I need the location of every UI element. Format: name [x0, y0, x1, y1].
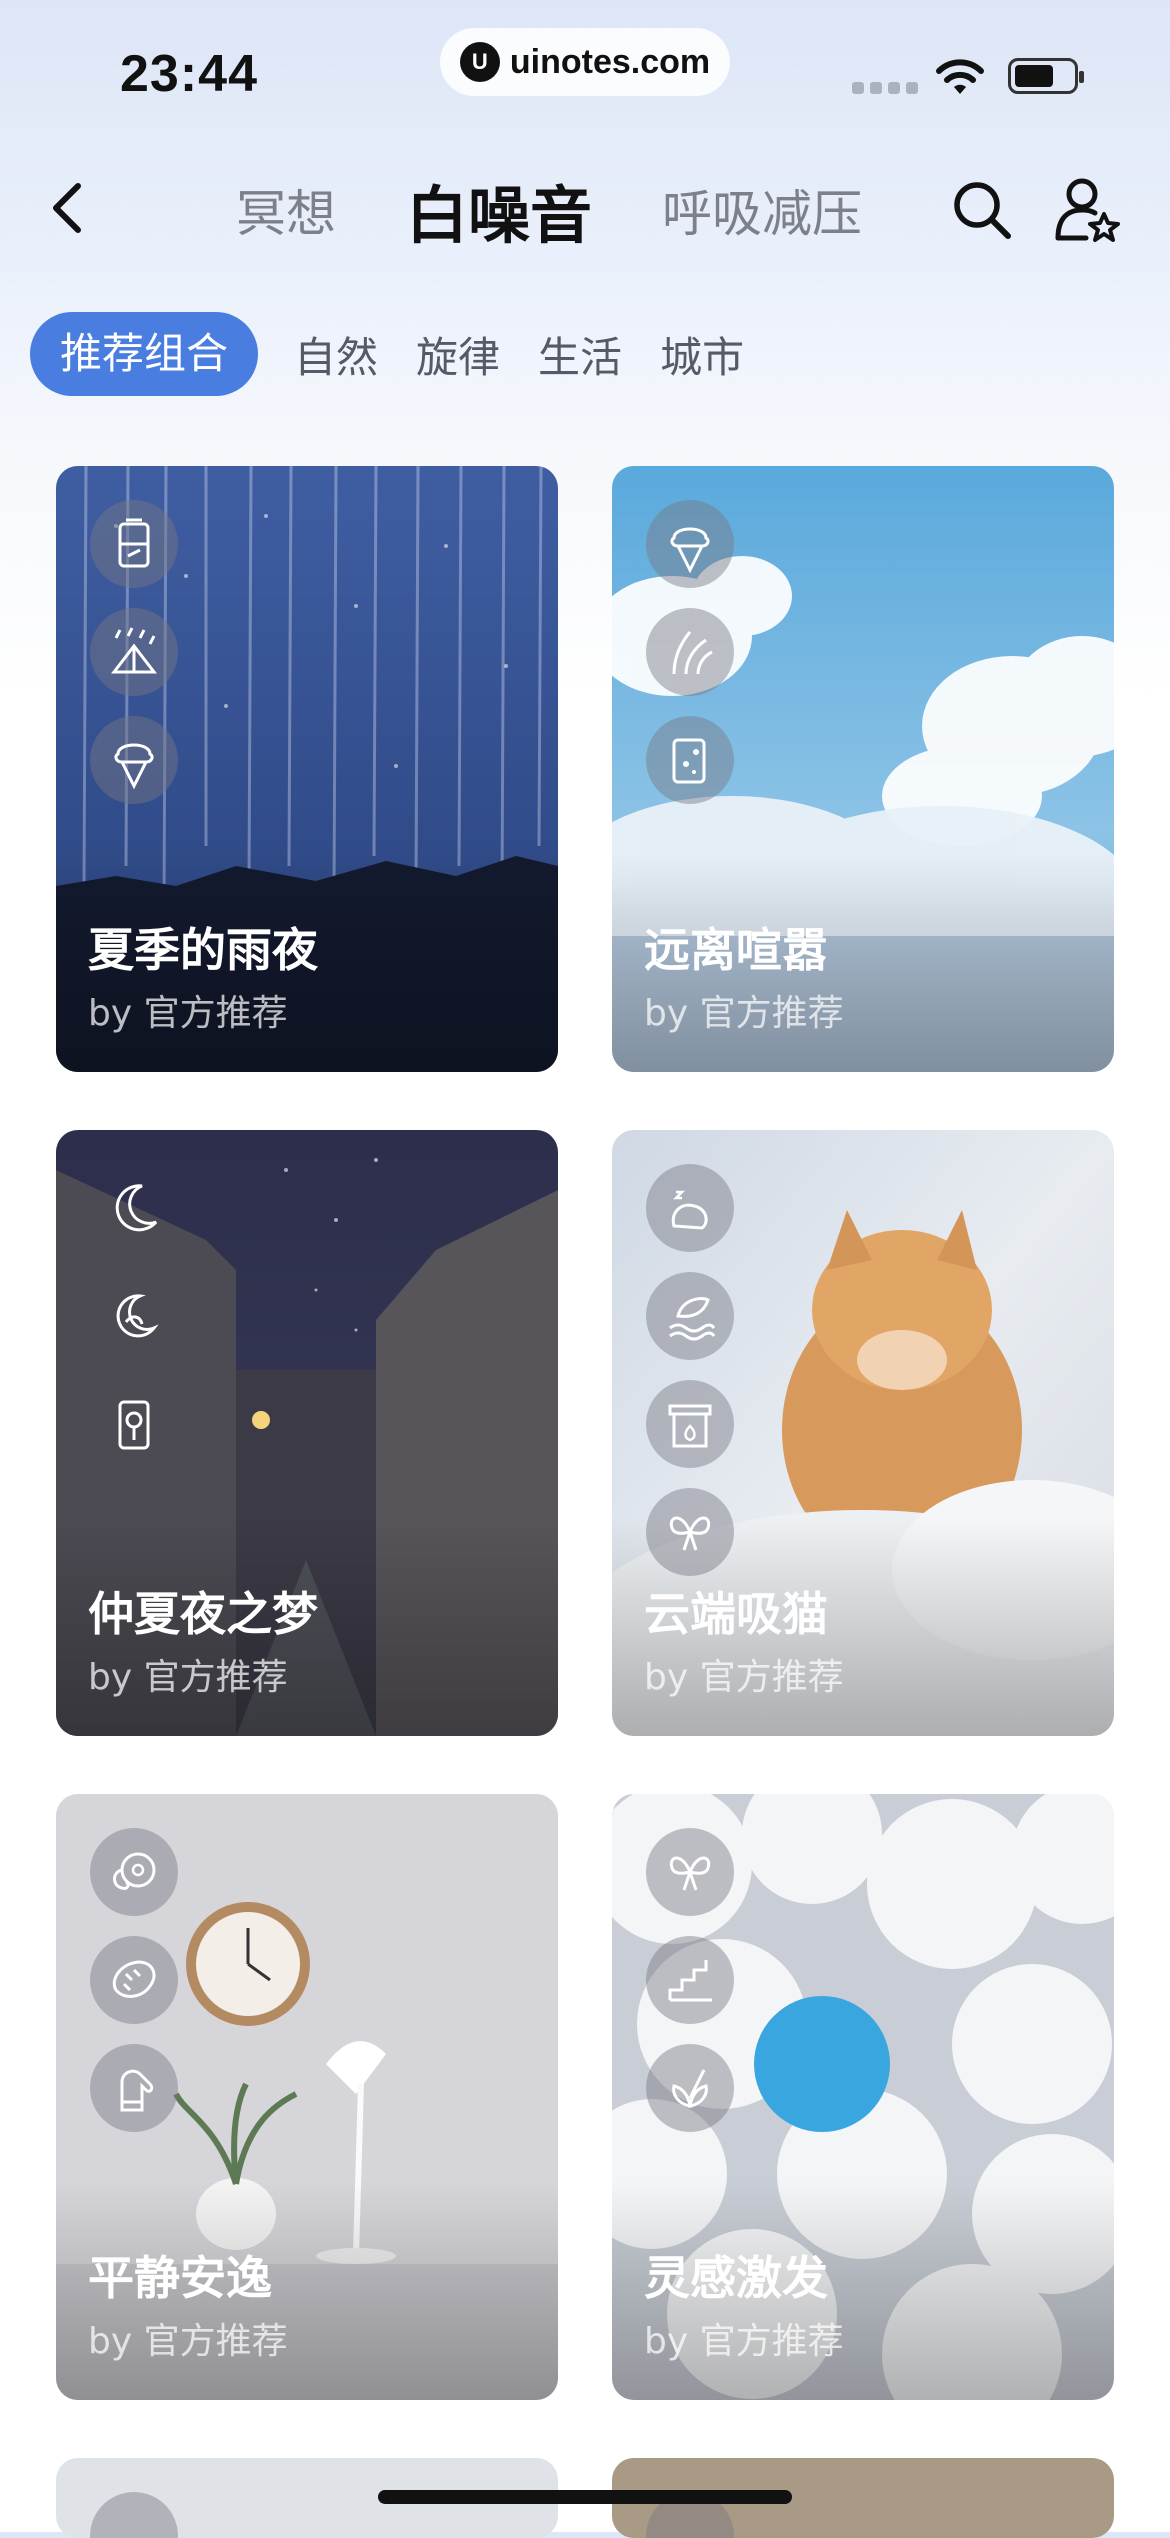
combo-card-summer-rain-night[interactable]: 夏季的雨夜 by 官方推荐 — [56, 466, 558, 1072]
status-time: 23:44 — [120, 45, 258, 103]
card-title: 灵感激发 — [644, 2251, 828, 2305]
tab-meditation[interactable]: 冥想 — [236, 174, 336, 246]
sound-icon-list — [90, 1164, 178, 1468]
butterfly-icon — [646, 1488, 734, 1576]
sound-icon-list — [646, 1828, 734, 2132]
sound-icon-list — [90, 1828, 178, 2132]
card-subtitle: by 官方推荐 — [644, 1657, 844, 1698]
card-subtitle: by 官方推荐 — [88, 993, 288, 1034]
top-nav: 冥想 白噪音 呼吸减压 — [0, 160, 1170, 260]
combo-card-inspiration[interactable]: 灵感激发 by 官方推荐 — [612, 1794, 1114, 2400]
card-title: 平静安逸 — [88, 2251, 272, 2305]
user-favorites-icon[interactable] — [1052, 174, 1122, 244]
grass-icon — [646, 608, 734, 696]
home-indicator — [378, 2490, 792, 2504]
scroll-icon — [646, 716, 734, 804]
back-arrow-icon[interactable] — [40, 178, 100, 238]
chip-recommended[interactable]: 推荐组合 — [30, 312, 259, 396]
sound-icon-list — [90, 500, 178, 804]
chip-melody[interactable]: 旋律 — [414, 324, 502, 385]
category-tabs: 冥想 白噪音 呼吸减压 — [236, 160, 862, 260]
chip-city[interactable]: 城市 — [658, 324, 746, 385]
flower-icon — [646, 2044, 734, 2132]
stairs-icon — [646, 1936, 734, 2024]
sleeping-cat-icon — [646, 1164, 734, 1252]
battery-lantern-icon — [90, 500, 178, 588]
wifi-icon — [936, 59, 984, 94]
ice-cream-icon — [90, 716, 178, 804]
tab-breathing[interactable]: 呼吸减压 — [662, 174, 862, 246]
url-pill[interactable]: U uinotes.com — [440, 28, 730, 96]
card-subtitle: by 官方推荐 — [88, 1657, 288, 1698]
card-subtitle: by 官方推荐 — [644, 993, 844, 1034]
card-title: 云端吸猫 — [644, 1587, 828, 1641]
moon-icon — [90, 1164, 178, 1252]
clock-icon — [90, 1380, 178, 1468]
filter-chips: 推荐组合 自然 旋律 生活 城市 — [30, 312, 746, 396]
sound-icon-list — [646, 500, 734, 804]
butterfly-icon — [646, 1828, 734, 1916]
chip-life[interactable]: 生活 — [536, 324, 624, 385]
combo-card-calm-ease[interactable]: 平静安逸 by 官方推荐 — [56, 1794, 558, 2400]
card-subtitle: by 官方推荐 — [644, 2321, 844, 2362]
combo-card-cloud-cat[interactable]: 云端吸猫 by 官方推荐 — [612, 1130, 1114, 1736]
search-icon[interactable] — [950, 178, 1014, 242]
site-logo-icon: U — [459, 42, 500, 82]
fireplace-icon — [646, 1380, 734, 1468]
cellular-signal-icon — [852, 82, 918, 94]
bread-icon — [90, 1936, 178, 2024]
combo-card-midsummer-dream[interactable]: 仲夏夜之梦 by 官方推荐 — [56, 1130, 558, 1736]
glove-icon — [90, 2044, 178, 2132]
chip-nature[interactable]: 自然 — [292, 324, 380, 385]
url-text: uinotes.com — [509, 42, 711, 81]
sound-icon-list — [646, 1164, 734, 1576]
card-title: 夏季的雨夜 — [88, 923, 318, 977]
card-title: 仲夏夜之梦 — [88, 1587, 318, 1641]
battery-icon — [1008, 58, 1084, 94]
ice-cream-icon — [646, 500, 734, 588]
record-player-icon — [90, 1828, 178, 1916]
wave-leaf-icon — [646, 1272, 734, 1360]
combo-card-away-from-noise[interactable]: 远离喧嚣 by 官方推荐 — [612, 466, 1114, 1072]
status-bar: 23:44 U uinotes.com — [0, 0, 1170, 130]
tab-white-noise[interactable]: 白噪音 — [406, 165, 592, 255]
rain-tent-icon — [90, 608, 178, 696]
card-title: 远离喧嚣 — [644, 923, 828, 977]
moon-leaf-icon — [90, 1272, 178, 1360]
card-subtitle: by 官方推荐 — [88, 2321, 288, 2362]
